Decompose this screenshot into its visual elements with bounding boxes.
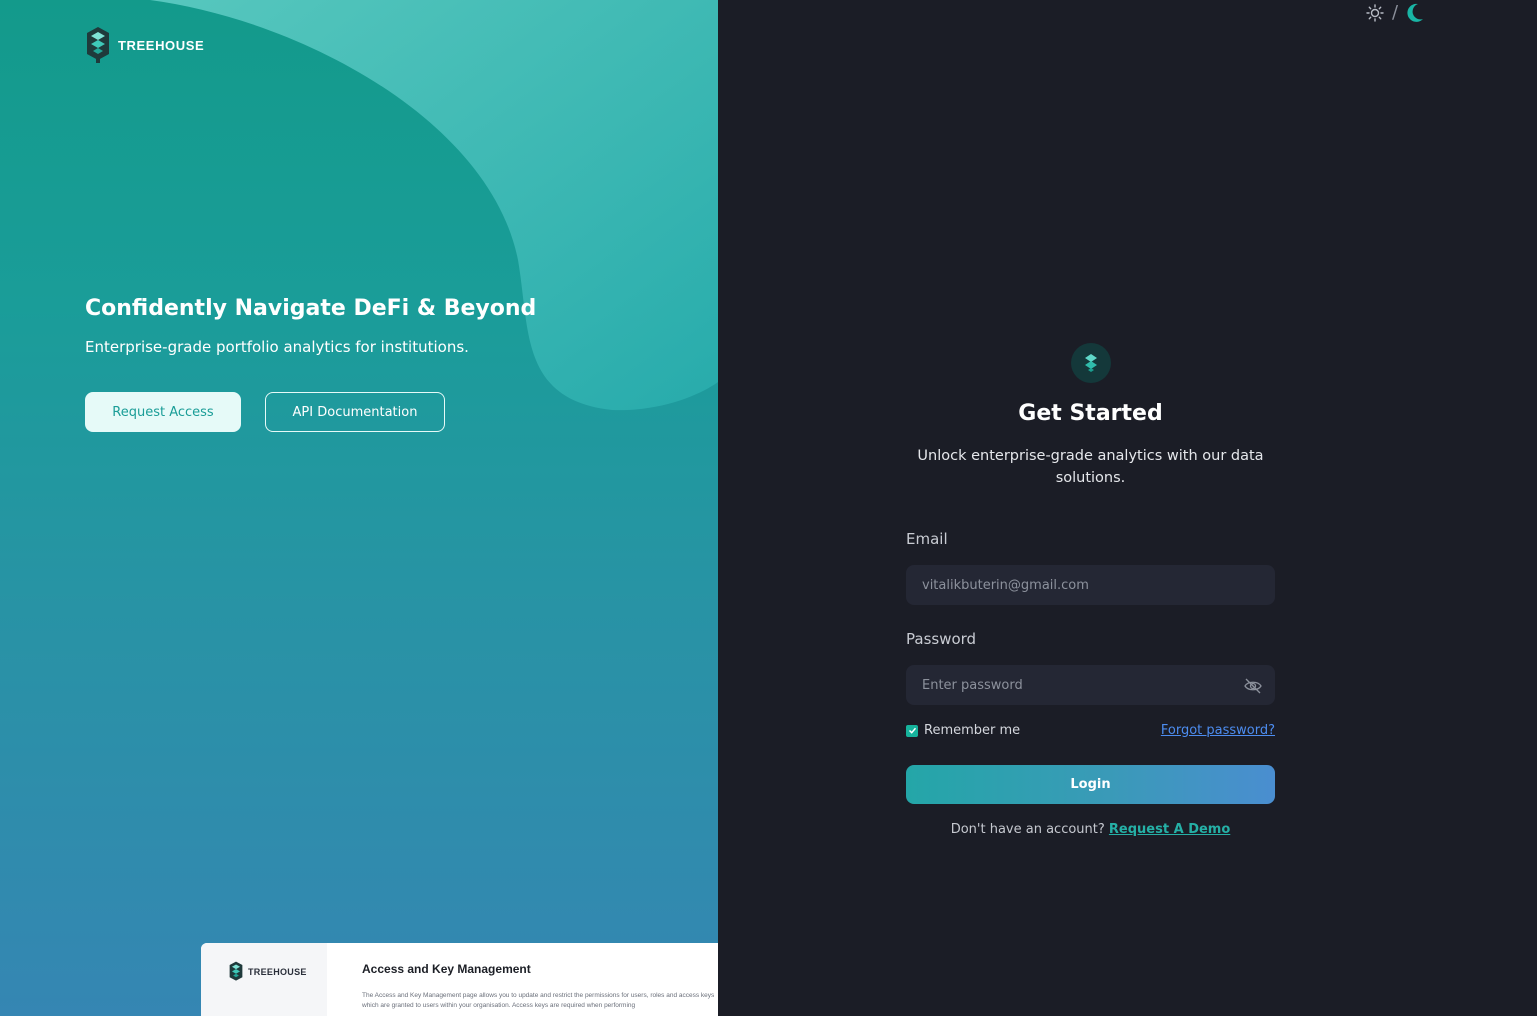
docs-preview-logo: TREEHOUSE	[229, 961, 307, 983]
hero-subtitle: Enterprise-grade portfolio analytics for…	[85, 338, 469, 356]
brand-badge	[1071, 343, 1111, 383]
api-documentation-button[interactable]: API Documentation	[265, 392, 445, 432]
hero-wave-shape	[150, 0, 718, 411]
remember-me[interactable]: Remember me	[906, 723, 1020, 738]
treehouse-mark-icon	[1085, 354, 1097, 372]
docs-preview-brand: TREEHOUSE	[248, 967, 307, 977]
docs-preview-body: The Access and Key Management page allow…	[362, 992, 715, 1009]
theme-separator: /	[1392, 2, 1399, 23]
theme-toggle: /	[1366, 2, 1424, 23]
brand-logo[interactable]: TREEHOUSE	[86, 26, 204, 64]
moon-icon[interactable]	[1406, 3, 1424, 23]
sun-icon[interactable]	[1366, 3, 1384, 22]
remember-label: Remember me	[924, 723, 1021, 738]
docs-preview-card: TREEHOUSE Access and Key Management The …	[201, 943, 718, 1016]
eye-off-icon[interactable]	[1243, 676, 1263, 696]
request-access-button[interactable]: Request Access	[85, 392, 241, 432]
check-icon	[908, 727, 916, 734]
form-subtitle: Unlock enterprise-grade analytics with o…	[917, 448, 1264, 486]
email-field[interactable]	[906, 565, 1275, 605]
request-demo-link[interactable]: Request A Demo	[1109, 822, 1230, 837]
remember-checkbox[interactable]	[906, 724, 918, 737]
brand-name: TREEHOUSE	[118, 37, 205, 53]
signup-row: Don't have an account? Request A Demo	[906, 822, 1275, 837]
password-label: Password	[906, 630, 977, 648]
forgot-password-link[interactable]: Forgot password?	[1161, 723, 1275, 738]
password-field[interactable]	[906, 665, 1275, 705]
login-button[interactable]: Login	[906, 765, 1275, 804]
email-label: Email	[906, 530, 948, 548]
treehouse-logo-icon	[87, 27, 109, 63]
hero-title: Confidently Navigate DeFi & Beyond	[85, 296, 537, 321]
login-panel: / Get Started Unlock enterprise-grade an…	[718, 0, 1537, 1016]
docs-preview-title: Access and Key Management	[362, 962, 531, 976]
treehouse-logo-icon	[229, 961, 243, 981]
hero-panel: TREEHOUSE Confidently Navigate DeFi & Be…	[0, 0, 718, 1016]
signup-prompt: Don't have an account?	[950, 822, 1105, 837]
form-title: Get Started	[1018, 401, 1163, 426]
